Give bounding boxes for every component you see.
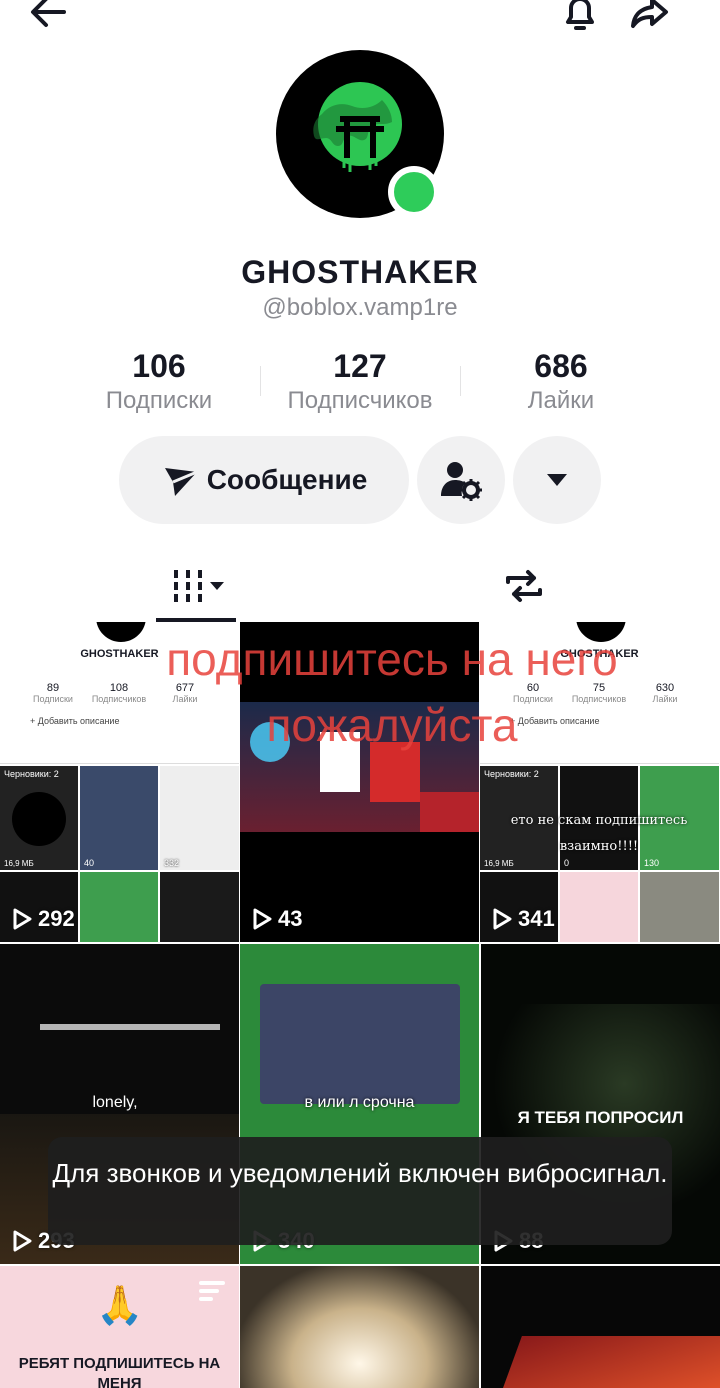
username-handle: @boblox.vamp1re: [262, 294, 458, 321]
user-settings-button[interactable]: [417, 436, 505, 524]
video-thumbnail: GHOSTHAKER 60 Подписки 75 Подписчиков 630 Л…: [480, 622, 719, 942]
following-label: Подписки: [105, 387, 213, 414]
tab-videos[interactable]: [80, 548, 320, 624]
mini-cell: 332: [160, 766, 239, 870]
play-count: 341: [492, 906, 555, 932]
mini-name: GHOSTHAKER: [560, 648, 639, 660]
mini-cell: [560, 872, 638, 942]
mini-avatar: [96, 622, 146, 642]
seat: [420, 792, 479, 832]
video-tile[interactable]: 43: [240, 622, 479, 942]
likes-stat[interactable]: 686 Лайки: [461, 348, 661, 415]
vibration-toast: Для звонков и уведомлений включен виброс…: [48, 1137, 672, 1245]
video-grid: GHOSTHAKER 89 Подписки 108 Подписчиков 677…: [0, 622, 720, 1388]
profile-actions: Сообщение: [0, 436, 720, 526]
video-tile[interactable]: 🙏 РЕБЯТ ПОДПИШИТЕСЬ НА МЕНЯ: [0, 1266, 239, 1388]
more-dropdown-button[interactable]: [513, 436, 601, 524]
following-count: 106: [132, 348, 186, 384]
mini-stat: 108 Подписчиков: [91, 682, 147, 704]
videos-grid-icon: [174, 570, 224, 602]
mini-tabs: [0, 742, 239, 764]
mini-stat: 630 Лайки: [652, 682, 678, 704]
video-tile[interactable]: [481, 1266, 720, 1388]
mini-cell: [640, 872, 719, 942]
tab-reposts[interactable]: [404, 548, 644, 624]
mini-cell: [80, 872, 158, 942]
video-tile[interactable]: GHOSTHAKER 60 Подписки 75 Подписчиков 630 Л…: [480, 622, 719, 942]
roblox-figure: [370, 742, 420, 802]
mini-cell: [160, 872, 239, 942]
video-thumbnail: [500, 1336, 720, 1388]
followers-label: Подписчиков: [287, 387, 433, 414]
mini-stat: 89 Подписки: [33, 682, 73, 704]
user-settings-icon: [441, 462, 482, 501]
top-bar: [0, 0, 720, 40]
back-arrow-icon[interactable]: [24, 0, 72, 36]
play-count: 292: [12, 906, 75, 932]
play-count: 43: [252, 906, 302, 932]
video-thumbnail: [240, 1266, 479, 1388]
message-button[interactable]: Сообщение: [119, 436, 409, 524]
mini-cell: 40: [80, 766, 158, 870]
mini-ghost: [12, 792, 66, 846]
online-status-dot: [388, 166, 440, 218]
mini-cell: Черновики: 2 16,9 МБ: [0, 766, 78, 870]
mini-description: + Добавить описание: [510, 716, 600, 726]
video-tile[interactable]: GHOSTHAKER 89 Подписки 108 Подписчиков 677…: [0, 622, 239, 942]
likes-count: 686: [534, 348, 588, 384]
video-caption: Я ТЕБЯ ПОПРОСИЛ: [517, 1108, 684, 1127]
mini-stats: 60 Подписки 75 Подписчиков 630 Лайки: [480, 682, 719, 712]
mini-stat: 677 Лайки: [172, 682, 198, 704]
video-thumbnail: [240, 702, 479, 832]
following-stat[interactable]: 106 Подписки: [59, 348, 259, 415]
avatar[interactable]: [276, 50, 444, 218]
repost-icon: [506, 570, 542, 602]
followers-stat[interactable]: 127 Подписчиков: [260, 348, 460, 415]
message-button-label: Сообщение: [206, 464, 368, 495]
mini-stats: 89 Подписки 108 Подписчиков 677 Лайки: [0, 682, 239, 712]
play-icon: [493, 908, 512, 930]
profile-stats: 106 Подписки 127 Подписчиков 686 Лайки: [0, 348, 720, 418]
trade-window: [260, 984, 460, 1104]
mini-name: GHOSTHAKER: [80, 648, 159, 660]
followers-count: 127: [333, 348, 387, 384]
mini-stat: 60 Подписки: [513, 682, 553, 704]
pray-emoji-icon: 🙏: [96, 1285, 144, 1327]
display-name: GHOSTHAKER: [241, 254, 479, 290]
bell-icon[interactable]: [556, 0, 604, 36]
share-icon[interactable]: [626, 0, 674, 36]
thumbnail-overlay-text: ето не скам подпишитесь взаимно!!!!: [510, 813, 688, 854]
mini-stat: 75 Подписчиков: [571, 682, 627, 704]
mini-avatar: [576, 622, 626, 642]
glow: [250, 722, 290, 762]
video-caption: в или л срочна: [304, 1094, 415, 1111]
content-tabs: [0, 548, 720, 624]
mini-tabs: [480, 742, 719, 764]
video-caption: lonely,: [92, 1094, 138, 1111]
play-icon: [13, 1230, 32, 1252]
video-thumbnail: GHOSTHAKER 89 Подписки 108 Подписчиков 677…: [0, 622, 239, 942]
play-icon: [13, 908, 32, 930]
mini-description: + Добавить описание: [30, 716, 120, 726]
caret-down-icon: [547, 474, 567, 486]
roblox-figure: [320, 732, 360, 792]
video-tile[interactable]: [240, 1266, 479, 1388]
play-icon: [253, 908, 272, 930]
likes-label: Лайки: [527, 387, 595, 414]
pinned-icon: [199, 1280, 225, 1302]
send-icon: [164, 468, 198, 496]
video-caption: РЕБЯТ ПОДПИШИТЕСЬ НА МЕНЯ: [18, 1355, 221, 1388]
light-streak: [40, 1024, 220, 1030]
